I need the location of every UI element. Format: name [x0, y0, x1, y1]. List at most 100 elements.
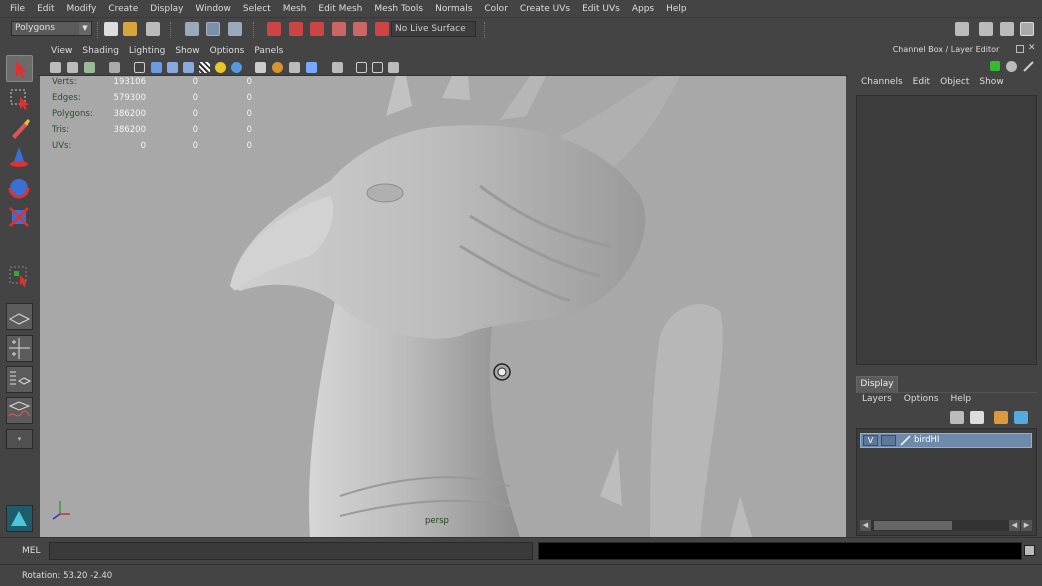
arnold-render-button[interactable] [6, 505, 33, 532]
four-pane-layout-button[interactable] [6, 335, 33, 362]
script-language-label[interactable]: MEL [22, 546, 40, 556]
menu-create[interactable]: Create [102, 4, 144, 14]
attribute-icon[interactable] [1006, 61, 1017, 72]
smooth-shade-icon[interactable] [151, 62, 162, 73]
toggle-channel-box-icon[interactable] [990, 61, 1000, 71]
attribute-editor-icon[interactable] [979, 22, 993, 36]
isolate-select-icon[interactable] [332, 62, 343, 73]
xray-joints-icon[interactable] [356, 62, 367, 73]
lights-icon[interactable] [215, 62, 226, 73]
channel-list[interactable] [856, 95, 1037, 365]
snap-point-icon[interactable] [310, 22, 324, 36]
cb-menu-edit[interactable]: Edit [908, 77, 935, 87]
scroll-left-icon[interactable]: ◀ [1009, 520, 1020, 531]
image-plane-icon[interactable] [84, 62, 95, 73]
layer-color-swatch[interactable] [900, 435, 911, 446]
layer-visibility-toggle[interactable]: V [863, 435, 878, 446]
move-up-icon[interactable] [994, 411, 1008, 424]
magnet-icon[interactable] [375, 22, 389, 36]
float-panel-icon[interactable] [1016, 45, 1024, 53]
resolution-gate-icon[interactable] [372, 62, 383, 73]
new-layer-icon[interactable] [970, 411, 984, 424]
menu-mesh-tools[interactable]: Mesh Tools [368, 4, 429, 14]
ambient-occlusion-icon[interactable] [255, 62, 266, 73]
wireframe-on-shaded-icon[interactable] [167, 62, 178, 73]
bookmark-icon[interactable] [67, 62, 78, 73]
shadows-icon[interactable] [231, 62, 242, 73]
layer-display-type-toggle[interactable] [881, 435, 896, 446]
scroll-left-icon[interactable]: ◀ [860, 520, 871, 531]
menu-mesh[interactable]: Mesh [277, 4, 313, 14]
menu-help[interactable]: Help [660, 4, 693, 14]
cb-menu-channels[interactable]: Channels [856, 77, 908, 87]
menu-normals[interactable]: Normals [429, 4, 478, 14]
scrollbar-thumb[interactable] [874, 521, 952, 530]
menu-display[interactable]: Display [144, 4, 189, 14]
menu-modify[interactable]: Modify [61, 4, 103, 14]
open-scene-icon[interactable] [123, 22, 137, 36]
tab-display[interactable]: Display [856, 376, 898, 393]
anti-aliasing-icon[interactable] [289, 62, 300, 73]
snap-view-icon[interactable] [332, 22, 346, 36]
layer-horizontal-scrollbar[interactable]: ◀ ◀ ▶ [860, 520, 1032, 531]
gate-mask-icon[interactable] [388, 62, 399, 73]
rotate-tool-button[interactable] [6, 174, 33, 201]
save-scene-icon[interactable] [146, 22, 160, 36]
lasso-tool-button[interactable] [6, 85, 33, 112]
snap-grid-icon[interactable] [267, 22, 281, 36]
move-down-icon[interactable] [1014, 411, 1028, 424]
layer-menu-help[interactable]: Help [945, 394, 978, 404]
depth-of-field-icon[interactable] [306, 62, 317, 73]
paint-select-tool-button[interactable] [6, 115, 33, 142]
panel-menu-show[interactable]: Show [170, 46, 204, 56]
select-hierarchy-icon[interactable] [185, 22, 199, 36]
channel-box-icon[interactable] [1020, 22, 1034, 36]
wireframe-icon[interactable] [134, 62, 145, 73]
layer-row-birdhi[interactable]: V birdHI [860, 433, 1032, 448]
panel-menu-view[interactable]: View [46, 46, 77, 56]
modeling-toolkit-icon[interactable] [955, 22, 969, 36]
camera-attributes-icon[interactable] [50, 62, 61, 73]
textured-icon[interactable] [199, 62, 210, 73]
panel-menu-panels[interactable]: Panels [249, 46, 288, 56]
menu-apps[interactable]: Apps [626, 4, 660, 14]
panel-menu-lighting[interactable]: Lighting [124, 46, 170, 56]
menu-file[interactable]: File [4, 4, 31, 14]
tool-settings-icon[interactable] [1000, 22, 1014, 36]
perspective-viewport[interactable]: Verts: 193106 0 0 Edges: 579300 0 0 Poly… [40, 76, 846, 537]
menu-select[interactable]: Select [237, 4, 277, 14]
layer-menu-options[interactable]: Options [898, 394, 945, 404]
menuset-dropdown[interactable]: Polygons ▼ [11, 21, 92, 36]
menu-edit[interactable]: Edit [31, 4, 60, 14]
select-object-icon[interactable] [206, 22, 220, 36]
menu-color[interactable]: Color [478, 4, 514, 14]
persp-graph-layout-button[interactable] [6, 397, 33, 424]
menu-edit-mesh[interactable]: Edit Mesh [312, 4, 368, 14]
scale-tool-button[interactable] [6, 203, 33, 230]
motion-blur-icon[interactable] [272, 62, 283, 73]
single-pane-layout-button[interactable] [6, 303, 33, 330]
move-tool-button[interactable] [6, 144, 33, 171]
cb-menu-object[interactable]: Object [935, 77, 974, 87]
select-component-icon[interactable] [228, 22, 242, 36]
menu-create-uvs[interactable]: Create UVs [514, 4, 576, 14]
panel-menu-shading[interactable]: Shading [77, 46, 124, 56]
close-icon[interactable]: ✕ [1028, 43, 1036, 53]
layer-menu-layers[interactable]: Layers [856, 394, 898, 404]
snap-surface-icon[interactable] [353, 22, 367, 36]
last-tool-button[interactable] [6, 263, 33, 290]
cb-menu-show[interactable]: Show [974, 77, 1008, 87]
layout-options-button[interactable]: ▾ [6, 429, 33, 449]
live-surface-field[interactable]: No Live Surface [391, 21, 476, 37]
menu-edit-uvs[interactable]: Edit UVs [576, 4, 626, 14]
new-layer-selected-icon[interactable] [950, 411, 964, 424]
grid-icon[interactable] [109, 62, 120, 73]
outliner-layout-button[interactable] [6, 366, 33, 393]
panel-menu-options[interactable]: Options [205, 46, 250, 56]
pin-icon[interactable] [1023, 61, 1034, 72]
xray-icon[interactable] [183, 62, 194, 73]
select-tool-button[interactable] [6, 55, 33, 82]
snap-curve-icon[interactable] [289, 22, 303, 36]
script-editor-icon[interactable] [1024, 545, 1035, 556]
new-scene-icon[interactable] [104, 22, 118, 36]
